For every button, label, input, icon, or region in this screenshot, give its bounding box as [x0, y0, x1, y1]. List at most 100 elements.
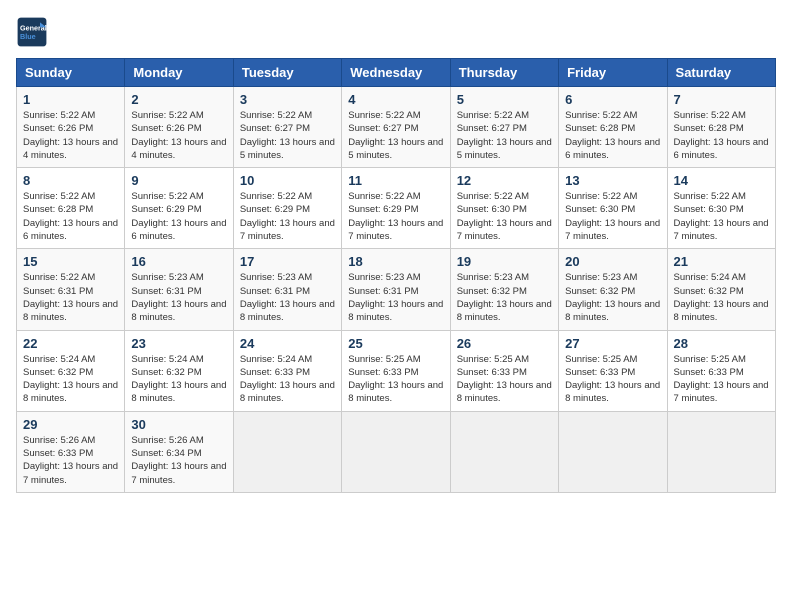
- day-number: 24: [240, 336, 335, 351]
- day-number: 17: [240, 254, 335, 269]
- calendar-header-tuesday: Tuesday: [233, 59, 341, 87]
- day-info: Sunrise: 5:22 AMSunset: 6:30 PMDaylight:…: [457, 190, 552, 243]
- day-info: Sunrise: 5:25 AMSunset: 6:33 PMDaylight:…: [565, 353, 660, 406]
- calendar-day-16: 16 Sunrise: 5:23 AMSunset: 6:31 PMDaylig…: [125, 249, 233, 330]
- day-number: 18: [348, 254, 443, 269]
- calendar-day-5: 5 Sunrise: 5:22 AMSunset: 6:27 PMDayligh…: [450, 87, 558, 168]
- day-number: 26: [457, 336, 552, 351]
- calendar-day-14: 14 Sunrise: 5:22 AMSunset: 6:30 PMDaylig…: [667, 168, 775, 249]
- calendar-day-30: 30 Sunrise: 5:26 AMSunset: 6:34 PMDaylig…: [125, 411, 233, 492]
- day-info: Sunrise: 5:24 AMSunset: 6:32 PMDaylight:…: [674, 271, 769, 324]
- day-info: Sunrise: 5:25 AMSunset: 6:33 PMDaylight:…: [674, 353, 769, 406]
- empty-cell: [667, 411, 775, 492]
- day-number: 23: [131, 336, 226, 351]
- day-number: 13: [565, 173, 660, 188]
- logo-icon: General Blue: [16, 16, 48, 48]
- calendar-week-1: 1 Sunrise: 5:22 AMSunset: 6:26 PMDayligh…: [17, 87, 776, 168]
- day-number: 19: [457, 254, 552, 269]
- day-number: 9: [131, 173, 226, 188]
- calendar-header-row: SundayMondayTuesdayWednesdayThursdayFrid…: [17, 59, 776, 87]
- calendar-day-13: 13 Sunrise: 5:22 AMSunset: 6:30 PMDaylig…: [559, 168, 667, 249]
- empty-cell: [233, 411, 341, 492]
- calendar-day-29: 29 Sunrise: 5:26 AMSunset: 6:33 PMDaylig…: [17, 411, 125, 492]
- calendar-day-7: 7 Sunrise: 5:22 AMSunset: 6:28 PMDayligh…: [667, 87, 775, 168]
- day-info: Sunrise: 5:23 AMSunset: 6:32 PMDaylight:…: [457, 271, 552, 324]
- day-number: 22: [23, 336, 118, 351]
- day-number: 2: [131, 92, 226, 107]
- day-info: Sunrise: 5:26 AMSunset: 6:33 PMDaylight:…: [23, 434, 118, 487]
- day-info: Sunrise: 5:22 AMSunset: 6:26 PMDaylight:…: [131, 109, 226, 162]
- empty-cell: [342, 411, 450, 492]
- calendar-day-23: 23 Sunrise: 5:24 AMSunset: 6:32 PMDaylig…: [125, 330, 233, 411]
- calendar-week-2: 8 Sunrise: 5:22 AMSunset: 6:28 PMDayligh…: [17, 168, 776, 249]
- calendar-day-22: 22 Sunrise: 5:24 AMSunset: 6:32 PMDaylig…: [17, 330, 125, 411]
- page-header: General Blue: [16, 16, 776, 48]
- day-number: 29: [23, 417, 118, 432]
- day-number: 20: [565, 254, 660, 269]
- day-number: 14: [674, 173, 769, 188]
- calendar-header-sunday: Sunday: [17, 59, 125, 87]
- day-info: Sunrise: 5:23 AMSunset: 6:31 PMDaylight:…: [131, 271, 226, 324]
- day-number: 6: [565, 92, 660, 107]
- day-number: 25: [348, 336, 443, 351]
- day-number: 16: [131, 254, 226, 269]
- day-number: 15: [23, 254, 118, 269]
- day-info: Sunrise: 5:22 AMSunset: 6:26 PMDaylight:…: [23, 109, 118, 162]
- calendar-day-19: 19 Sunrise: 5:23 AMSunset: 6:32 PMDaylig…: [450, 249, 558, 330]
- calendar-day-10: 10 Sunrise: 5:22 AMSunset: 6:29 PMDaylig…: [233, 168, 341, 249]
- calendar-header-thursday: Thursday: [450, 59, 558, 87]
- day-info: Sunrise: 5:25 AMSunset: 6:33 PMDaylight:…: [457, 353, 552, 406]
- day-number: 11: [348, 173, 443, 188]
- calendar-day-26: 26 Sunrise: 5:25 AMSunset: 6:33 PMDaylig…: [450, 330, 558, 411]
- day-info: Sunrise: 5:22 AMSunset: 6:29 PMDaylight:…: [240, 190, 335, 243]
- empty-cell: [559, 411, 667, 492]
- svg-text:Blue: Blue: [20, 32, 36, 41]
- day-info: Sunrise: 5:22 AMSunset: 6:27 PMDaylight:…: [457, 109, 552, 162]
- day-info: Sunrise: 5:24 AMSunset: 6:33 PMDaylight:…: [240, 353, 335, 406]
- calendar-body: 1 Sunrise: 5:22 AMSunset: 6:26 PMDayligh…: [17, 87, 776, 493]
- day-info: Sunrise: 5:22 AMSunset: 6:28 PMDaylight:…: [23, 190, 118, 243]
- calendar-header-monday: Monday: [125, 59, 233, 87]
- calendar-week-3: 15 Sunrise: 5:22 AMSunset: 6:31 PMDaylig…: [17, 249, 776, 330]
- day-number: 10: [240, 173, 335, 188]
- calendar-header-wednesday: Wednesday: [342, 59, 450, 87]
- calendar-day-1: 1 Sunrise: 5:22 AMSunset: 6:26 PMDayligh…: [17, 87, 125, 168]
- calendar-day-20: 20 Sunrise: 5:23 AMSunset: 6:32 PMDaylig…: [559, 249, 667, 330]
- empty-cell: [450, 411, 558, 492]
- calendar-day-25: 25 Sunrise: 5:25 AMSunset: 6:33 PMDaylig…: [342, 330, 450, 411]
- day-info: Sunrise: 5:23 AMSunset: 6:31 PMDaylight:…: [240, 271, 335, 324]
- day-info: Sunrise: 5:22 AMSunset: 6:28 PMDaylight:…: [674, 109, 769, 162]
- calendar-day-24: 24 Sunrise: 5:24 AMSunset: 6:33 PMDaylig…: [233, 330, 341, 411]
- calendar-day-4: 4 Sunrise: 5:22 AMSunset: 6:27 PMDayligh…: [342, 87, 450, 168]
- day-info: Sunrise: 5:22 AMSunset: 6:27 PMDaylight:…: [348, 109, 443, 162]
- calendar-day-6: 6 Sunrise: 5:22 AMSunset: 6:28 PMDayligh…: [559, 87, 667, 168]
- calendar-week-5: 29 Sunrise: 5:26 AMSunset: 6:33 PMDaylig…: [17, 411, 776, 492]
- day-number: 3: [240, 92, 335, 107]
- calendar-header-friday: Friday: [559, 59, 667, 87]
- day-info: Sunrise: 5:24 AMSunset: 6:32 PMDaylight:…: [23, 353, 118, 406]
- day-number: 4: [348, 92, 443, 107]
- day-number: 7: [674, 92, 769, 107]
- calendar-header-saturday: Saturday: [667, 59, 775, 87]
- day-number: 12: [457, 173, 552, 188]
- calendar-day-28: 28 Sunrise: 5:25 AMSunset: 6:33 PMDaylig…: [667, 330, 775, 411]
- day-number: 27: [565, 336, 660, 351]
- calendar-day-15: 15 Sunrise: 5:22 AMSunset: 6:31 PMDaylig…: [17, 249, 125, 330]
- day-number: 5: [457, 92, 552, 107]
- day-number: 30: [131, 417, 226, 432]
- calendar-day-2: 2 Sunrise: 5:22 AMSunset: 6:26 PMDayligh…: [125, 87, 233, 168]
- day-info: Sunrise: 5:22 AMSunset: 6:27 PMDaylight:…: [240, 109, 335, 162]
- day-number: 28: [674, 336, 769, 351]
- calendar-day-27: 27 Sunrise: 5:25 AMSunset: 6:33 PMDaylig…: [559, 330, 667, 411]
- day-info: Sunrise: 5:26 AMSunset: 6:34 PMDaylight:…: [131, 434, 226, 487]
- calendar-day-3: 3 Sunrise: 5:22 AMSunset: 6:27 PMDayligh…: [233, 87, 341, 168]
- calendar-table: SundayMondayTuesdayWednesdayThursdayFrid…: [16, 58, 776, 493]
- day-info: Sunrise: 5:23 AMSunset: 6:31 PMDaylight:…: [348, 271, 443, 324]
- day-info: Sunrise: 5:24 AMSunset: 6:32 PMDaylight:…: [131, 353, 226, 406]
- day-info: Sunrise: 5:22 AMSunset: 6:31 PMDaylight:…: [23, 271, 118, 324]
- day-info: Sunrise: 5:22 AMSunset: 6:30 PMDaylight:…: [565, 190, 660, 243]
- day-info: Sunrise: 5:22 AMSunset: 6:29 PMDaylight:…: [131, 190, 226, 243]
- calendar-day-12: 12 Sunrise: 5:22 AMSunset: 6:30 PMDaylig…: [450, 168, 558, 249]
- day-info: Sunrise: 5:22 AMSunset: 6:30 PMDaylight:…: [674, 190, 769, 243]
- day-info: Sunrise: 5:22 AMSunset: 6:29 PMDaylight:…: [348, 190, 443, 243]
